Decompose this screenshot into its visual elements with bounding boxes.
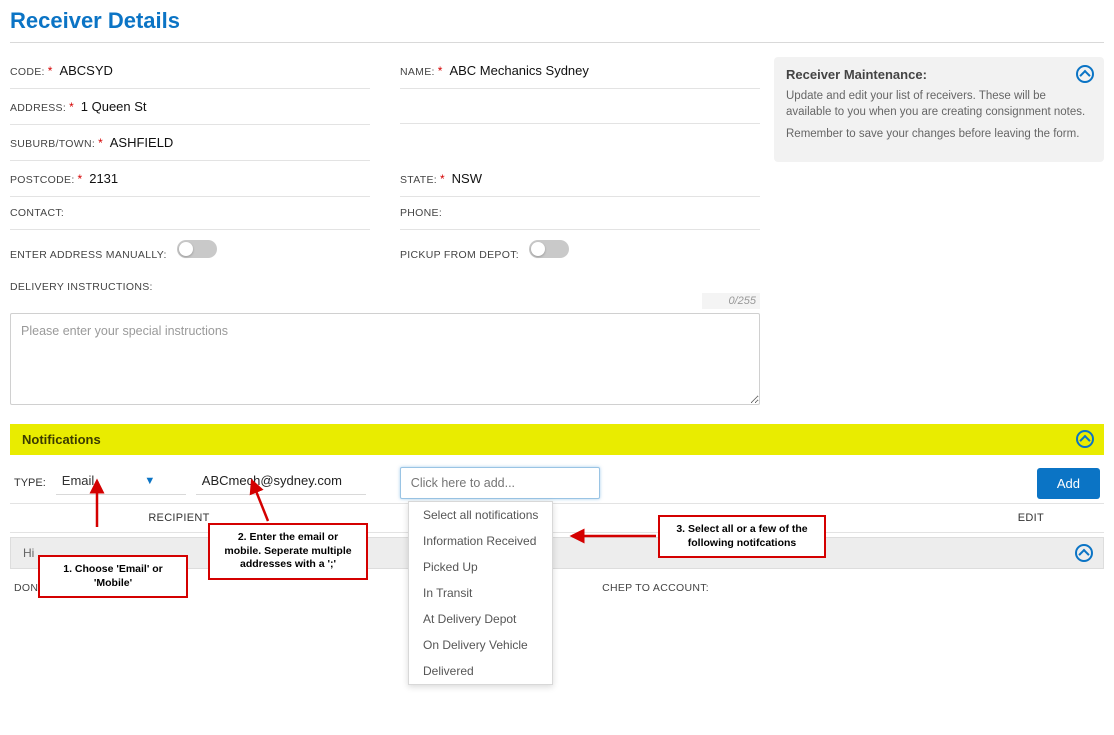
recipient-input[interactable]: ABCmech@sydney.com — [196, 471, 366, 495]
notif-option[interactable]: On Delivery Vehicle — [409, 632, 552, 658]
annotation-arrow — [85, 477, 109, 529]
annotation-callout-2: 2. Enter the email or mobile. Seperate m… — [208, 523, 368, 580]
address-value[interactable]: 1 Queen St — [81, 99, 147, 114]
annotation-callout-3: 3. Select all or a few of the following … — [658, 515, 826, 558]
state-label: STATE: — [400, 174, 437, 186]
notification-type-row: TYPE: Email ▼ ABCmech@sydney.com Add — [10, 455, 1104, 503]
collapse-icon[interactable] — [1076, 65, 1094, 83]
annotation-callout-1: 1. Choose 'Email' or 'Mobile' — [38, 555, 188, 598]
form-column: CODE: * ABCSYD NAME: * ABC Mechanics Syd… — [10, 57, 760, 410]
address2-field[interactable] — [400, 93, 760, 124]
manual-address-label: ENTER ADDRESS MANUALLY: — [10, 249, 167, 261]
notifications-section: TYPE: Email ▼ ABCmech@sydney.com Add Sel… — [10, 455, 1104, 607]
manual-address-toggle[interactable] — [177, 240, 217, 258]
layout-two-col: CODE: * ABCSYD NAME: * ABC Mechanics Syd… — [10, 57, 1104, 410]
chep-account-label: CHEP TO ACCOUNT: — [602, 582, 709, 594]
phone-field: PHONE: — [400, 201, 760, 230]
add-button[interactable]: Add — [1037, 468, 1100, 499]
state-value[interactable]: NSW — [452, 171, 482, 186]
contact-field: CONTACT: — [10, 201, 370, 230]
pickup-depot-toggle[interactable] — [529, 240, 569, 258]
type-select[interactable]: Email ▼ — [56, 471, 186, 495]
suburb-field: SUBURB/TOWN: * ASHFIELD — [10, 129, 370, 161]
info-column: Receiver Maintenance: Update and edit yo… — [774, 57, 1104, 410]
instructions-header: DELIVERY INSTRUCTIONS: — [10, 275, 760, 293]
postcode-label: POSTCODE: — [10, 174, 75, 186]
name-value[interactable]: ABC Mechanics Sydney — [449, 63, 588, 78]
notifications-bar-label: Notifications — [22, 432, 101, 447]
annotation-arrow — [568, 527, 658, 545]
receiver-maintenance-panel: Receiver Maintenance: Update and edit yo… — [774, 57, 1104, 162]
required-asterisk: * — [440, 172, 445, 186]
title-divider — [10, 42, 1104, 43]
postcode-field: POSTCODE: * 2131 — [10, 165, 370, 197]
required-asterisk: * — [78, 172, 83, 186]
chevron-down-icon: ▼ — [144, 475, 155, 487]
info-panel-line2: Remember to save your changes before lea… — [786, 126, 1092, 142]
postcode-value[interactable]: 2131 — [89, 171, 118, 186]
annotation-arrow — [238, 477, 278, 523]
suburb-label: SUBURB/TOWN: — [10, 138, 95, 150]
pickup-depot-label: PICKUP FROM DEPOT: — [400, 249, 519, 261]
required-asterisk: * — [98, 136, 103, 150]
code-label: CODE: — [10, 66, 45, 78]
required-asterisk: * — [69, 100, 74, 114]
code-value[interactable]: ABCSYD — [59, 63, 112, 78]
instructions-label: DELIVERY INSTRUCTIONS: — [10, 281, 153, 293]
page-title: Receiver Details — [10, 8, 1104, 34]
required-asterisk: * — [48, 64, 53, 78]
type-label: TYPE: — [14, 477, 46, 489]
notification-options-dropdown[interactable]: Select all notifications Information Rec… — [408, 501, 553, 685]
hide-bar-label: Hi — [23, 546, 34, 560]
name-field: NAME: * ABC Mechanics Sydney — [400, 57, 760, 89]
notif-option[interactable]: Select all notifications — [409, 502, 552, 528]
notification-add-input[interactable] — [400, 467, 600, 499]
col-edit: EDIT — [1018, 512, 1044, 524]
notif-option[interactable]: Picked Up — [409, 554, 552, 580]
collapse-icon[interactable] — [1075, 544, 1093, 562]
info-panel-heading: Receiver Maintenance: — [786, 67, 1092, 82]
instructions-textarea[interactable] — [10, 313, 760, 405]
notif-option[interactable]: In Transit — [409, 580, 552, 606]
required-asterisk: * — [438, 64, 443, 78]
notif-option[interactable]: At Delivery Depot — [409, 606, 552, 632]
contact-label: CONTACT: — [10, 207, 64, 219]
notif-option[interactable]: Delivered — [409, 658, 552, 684]
address-field: ADDRESS: * 1 Queen St — [10, 93, 370, 125]
collapse-icon[interactable] — [1076, 430, 1094, 448]
notifications-bar[interactable]: Notifications — [10, 424, 1104, 455]
state-field: STATE: * NSW — [400, 165, 760, 197]
info-panel-line1: Update and edit your list of receivers. … — [786, 88, 1092, 120]
address-label: ADDRESS: — [10, 102, 66, 114]
name-label: NAME: — [400, 66, 435, 78]
code-field: CODE: * ABCSYD — [10, 57, 370, 89]
char-count: 0/255 — [702, 293, 760, 309]
notification-table-header: RECIPIENT EDIT — [10, 503, 1104, 533]
manual-address-field: ENTER ADDRESS MANUALLY: — [10, 234, 370, 271]
suburb-value[interactable]: ASHFIELD — [110, 135, 174, 150]
pickup-depot-field: PICKUP FROM DEPOT: — [400, 234, 760, 271]
notif-option[interactable]: Information Received — [409, 528, 552, 554]
phone-label: PHONE: — [400, 207, 442, 219]
